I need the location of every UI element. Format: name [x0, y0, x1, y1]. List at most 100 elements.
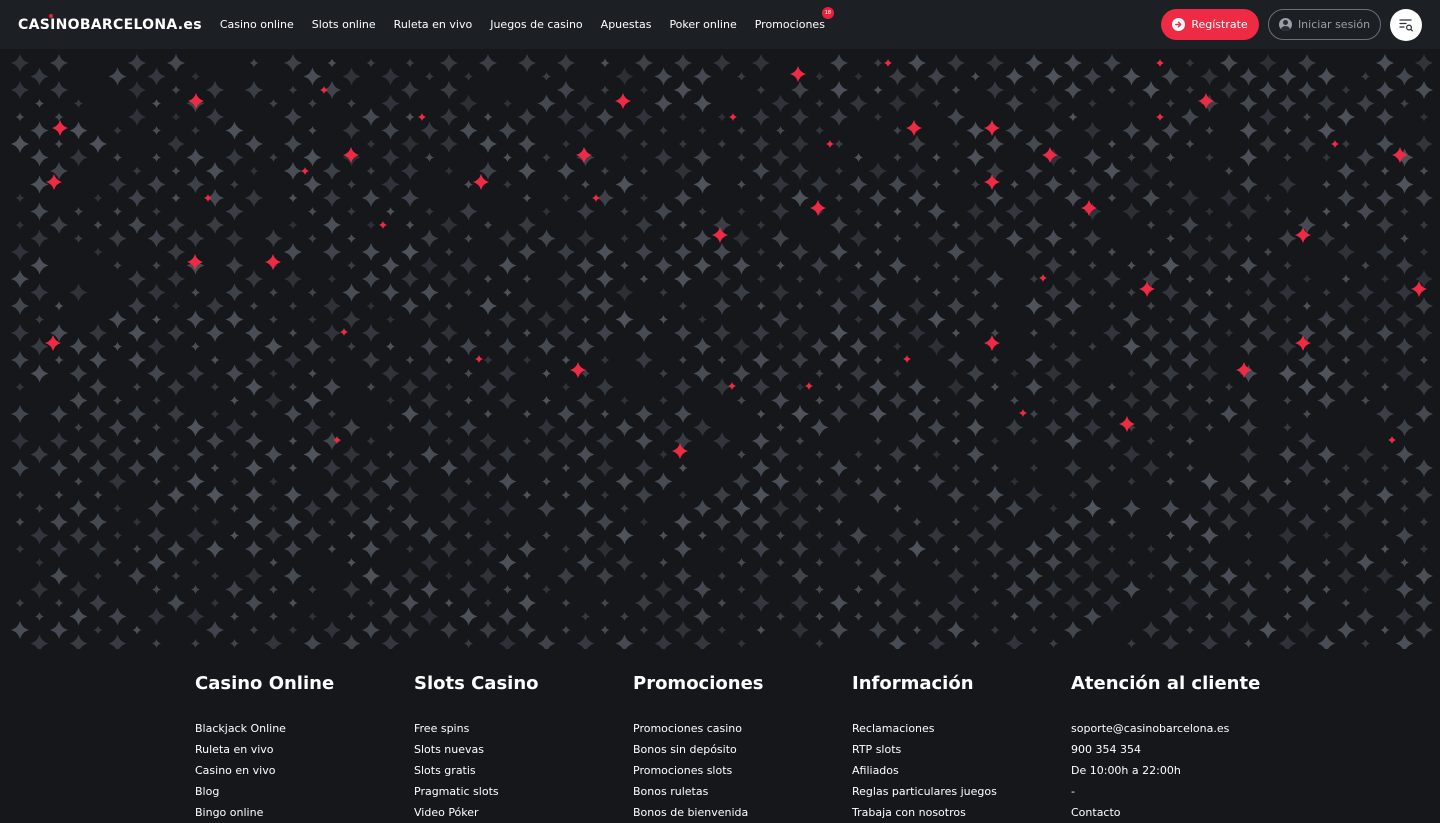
sparkle-icon [1044, 526, 1063, 545]
footer-link[interactable]: 900 354 354 [1071, 739, 1290, 760]
footer-link[interactable]: Slots nuevas [414, 739, 633, 760]
nav-item-label: Casino online [219, 18, 294, 31]
sparkle-icon [581, 315, 590, 324]
nav-juegos-de-casino[interactable]: Juegos de casino [490, 18, 582, 31]
sparkle-icon [1161, 67, 1180, 86]
sparkle-icon [483, 355, 493, 365]
nav-slots-online[interactable]: Slots online [312, 18, 376, 31]
sparkle-icon [206, 297, 224, 315]
sparkle-icon [343, 147, 359, 163]
sparkle-icon [1283, 153, 1292, 162]
sparkle-icon [771, 94, 790, 113]
sparkle-icon [693, 418, 712, 437]
sparkle-icon [906, 120, 922, 136]
footer-link[interactable]: Promociones slots [633, 760, 852, 781]
sparkle-icon [1185, 58, 1195, 68]
footer-link[interactable]: Afiliados [852, 760, 1071, 781]
footer-link[interactable]: Bonos de bienvenida [633, 802, 852, 823]
sparkle-icon [576, 283, 595, 302]
footer-link[interactable]: Reglas particulares juegos [852, 781, 1071, 802]
sparkle-icon [366, 382, 376, 392]
sparkle-icon [1400, 234, 1409, 243]
sparkle-icon [791, 135, 809, 153]
sparkle-icon [147, 229, 166, 248]
sparkle-icon [1356, 148, 1375, 167]
sparkle-icon [1083, 580, 1102, 599]
nav-casino-online[interactable]: Casino online [220, 18, 294, 31]
sparkle-icon [1361, 369, 1370, 378]
sparkle-icon [1200, 580, 1219, 599]
sparkle-icon [810, 256, 829, 275]
sparkle-icon [1220, 189, 1238, 207]
footer-link[interactable]: Reclamaciones [852, 718, 1071, 739]
nav-ruleta-en-vivo[interactable]: Ruleta en vivo [394, 18, 473, 31]
sparkle-icon [1049, 396, 1058, 405]
sparkle-icon [659, 315, 668, 324]
sparkle-icon [849, 283, 868, 302]
sparkle-icon [1127, 558, 1136, 567]
sparkle-icon [659, 558, 668, 567]
sparkle-icon [1200, 472, 1219, 491]
sparkle-icon [518, 243, 536, 261]
footer-link[interactable]: Blackjack Online [195, 718, 414, 739]
sparkle-icon [1380, 463, 1390, 473]
sparkle-icon [849, 391, 868, 410]
sparkle-icon [518, 297, 536, 315]
footer-link[interactable]: Bonos ruletas [633, 781, 852, 802]
sparkle-icon [1044, 175, 1063, 194]
sparkle-icon [893, 504, 902, 513]
footer-link[interactable]: Slots gratis [414, 760, 633, 781]
footer-link[interactable]: Trabaja con nosotros [852, 802, 1071, 823]
footer-link[interactable]: Pragmatic slots [414, 781, 633, 802]
footer-link[interactable]: Video Póker [414, 802, 633, 823]
sparkle-icon [284, 351, 302, 369]
sparkle-icon [69, 499, 88, 518]
sparkle-icon [557, 432, 575, 450]
sparkle-icon [927, 67, 946, 86]
sparkle-icon [152, 477, 161, 486]
sparkle-icon [639, 139, 649, 149]
menu-search-button[interactable] [1390, 8, 1422, 41]
sparkle-icon [659, 234, 668, 243]
register-button[interactable]: Regístrate [1161, 9, 1259, 40]
sparkle-icon [776, 342, 785, 351]
footer-link[interactable]: Blog [195, 781, 414, 802]
sparkle-icon [1356, 202, 1375, 221]
sparkle-icon [186, 472, 205, 491]
footer-link[interactable]: Ruleta en vivo [195, 739, 414, 760]
nav-apuestas[interactable]: Apuestas [601, 18, 652, 31]
sparkle-icon [557, 243, 575, 261]
sparkle-icon [401, 459, 419, 477]
footer-link[interactable]: soporte@casinobarcelona.es [1071, 718, 1290, 739]
nav-poker-online[interactable]: Poker online [669, 18, 736, 31]
footer-link[interactable]: Promociones casino [633, 718, 852, 739]
footer-link[interactable]: De 10:00h a 22:00h [1071, 760, 1290, 781]
login-button[interactable]: Iniciar sesión [1268, 9, 1381, 40]
site-logo[interactable]: CASINOBARCELONA.es [18, 13, 202, 33]
sparkle-icon [440, 324, 458, 342]
sparkle-icon [1415, 297, 1433, 315]
footer-link[interactable]: Bonos sin depósito [633, 739, 852, 760]
sparkle-icon [1146, 301, 1156, 311]
sparkle-icon [1337, 513, 1355, 531]
sparkle-icon [732, 256, 751, 275]
sparkle-icon [30, 67, 49, 86]
sparkle-icon [1259, 486, 1277, 504]
footer-link[interactable]: Free spins [414, 718, 633, 739]
sparkle-icon [830, 108, 848, 126]
footer-link[interactable]: RTP slots [852, 739, 1071, 760]
footer-link[interactable]: Contacto [1071, 802, 1290, 823]
sparkle-icon [1322, 477, 1331, 486]
nav-promociones[interactable]: Promociones 18 [755, 7, 834, 31]
sparkle-icon [401, 81, 419, 99]
sparkle-icon [1224, 301, 1234, 311]
sparkle-icon [1142, 324, 1160, 342]
sparkle-icon [1337, 162, 1355, 180]
sparkle-icon [815, 450, 824, 459]
sparkle-icon [1025, 594, 1043, 612]
sparkle-icon [1317, 67, 1336, 86]
sparkle-icon [440, 459, 458, 477]
footer-link[interactable]: Casino en vivo [195, 760, 414, 781]
footer-link[interactable]: Bingo online [195, 802, 414, 823]
sparkle-icon [830, 216, 848, 234]
